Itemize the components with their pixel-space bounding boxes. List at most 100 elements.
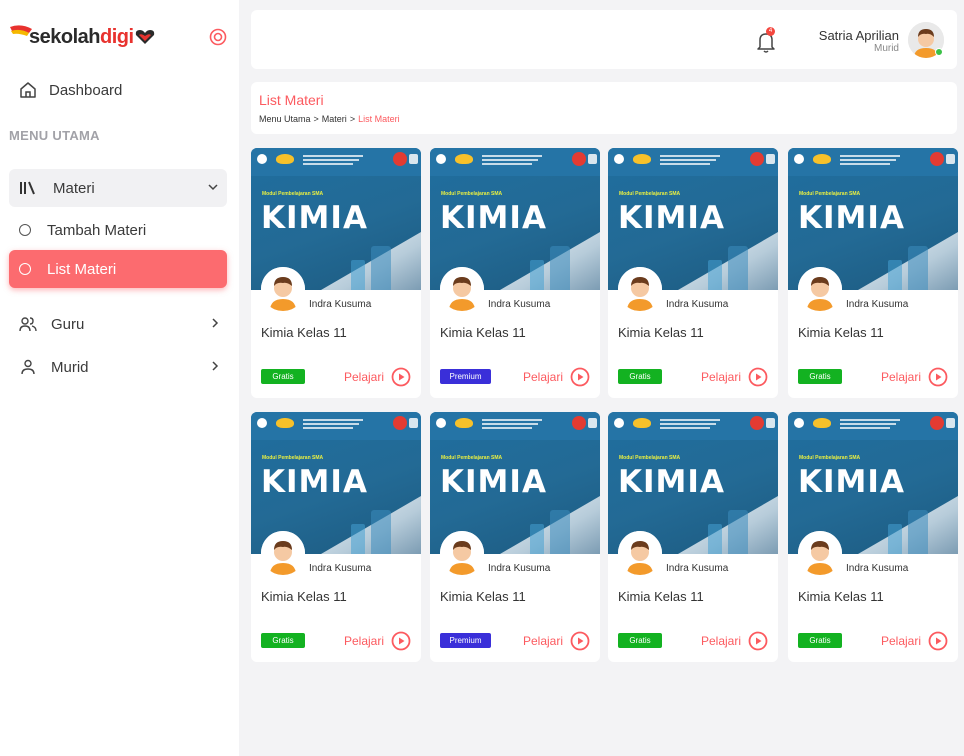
cover-badge-icon	[930, 416, 944, 430]
author-avatar	[798, 531, 842, 575]
pelajari-label: Pelajari	[523, 370, 564, 384]
play-icon	[928, 367, 948, 387]
cover-fineprint	[482, 163, 532, 165]
card-title[interactable]: Kimia Kelas 11	[261, 589, 347, 604]
play-icon	[570, 631, 590, 651]
materi-card[interactable]: Modul Pembelajaran SMA KIMIA Indra Kusum…	[430, 412, 600, 662]
merdeka-logo-icon	[813, 418, 831, 428]
sidebar-item-label: Tambah Materi	[47, 221, 147, 239]
merdeka-logo-icon	[276, 418, 294, 428]
cover-subject: KIMIA	[798, 200, 905, 236]
sidebar-item-label: Materi	[53, 179, 95, 197]
cover-badge-icon	[409, 154, 418, 164]
sidebar-item-materi[interactable]: Materi	[9, 169, 227, 207]
author-name: Indra Kusuma	[488, 563, 551, 574]
cover-fineprint	[660, 423, 716, 425]
flask-illustration	[550, 510, 570, 554]
cover-series: Modul Pembelajaran SMA	[619, 191, 681, 197]
price-badge: Premium	[440, 369, 491, 384]
cover-badge-icon	[766, 418, 775, 428]
cover-subject: KIMIA	[261, 464, 368, 500]
sidebar-item-tambah-materi[interactable]: Tambah Materi	[9, 211, 227, 249]
sidebar-item-list-materi[interactable]: List Materi	[9, 250, 227, 288]
card-title[interactable]: Kimia Kelas 11	[798, 589, 884, 604]
pelajari-label: Pelajari	[881, 634, 922, 648]
cover-fineprint	[660, 427, 710, 429]
play-icon	[928, 631, 948, 651]
materi-card[interactable]: Modul Pembelajaran SMA KIMIA Indra Kusum…	[608, 412, 778, 662]
pelajari-button[interactable]: Pelajari	[344, 367, 411, 387]
sidebar-item-dashboard[interactable]: Dashboard	[9, 73, 227, 107]
author-name: Indra Kusuma	[488, 299, 551, 310]
materi-card[interactable]: Modul Pembelajaran SMA KIMIA Indra Kusum…	[251, 412, 421, 662]
flask-illustration	[708, 260, 722, 290]
breadcrumb-materi[interactable]: Materi	[322, 114, 347, 124]
merdeka-logo-icon	[633, 154, 651, 164]
pelajari-button[interactable]: Pelajari	[881, 631, 948, 651]
brand-part2: digi	[99, 25, 134, 48]
pelajari-button[interactable]: Pelajari	[701, 367, 768, 387]
materi-card[interactable]: Modul Pembelajaran SMA KIMIA Indra Kusum…	[788, 412, 958, 662]
sidebar-item-label: Dashboard	[49, 81, 123, 99]
cover-series: Modul Pembelajaran SMA	[441, 455, 503, 461]
breadcrumb-menu-utama[interactable]: Menu Utama	[259, 114, 311, 124]
flask-illustration	[371, 510, 391, 554]
brand-logo[interactable]: sekolahdigi	[9, 22, 155, 52]
cover-subject: KIMIA	[261, 200, 368, 236]
card-title[interactable]: Kimia Kelas 11	[798, 325, 884, 340]
author-avatar	[618, 267, 662, 311]
cover-subject: KIMIA	[440, 200, 547, 236]
breadcrumb-separator: >	[349, 114, 356, 124]
circle-icon	[19, 224, 31, 236]
sidebar-item-murid[interactable]: Murid	[9, 350, 227, 384]
card-title[interactable]: Kimia Kelas 11	[440, 325, 526, 340]
merdeka-logo-icon	[633, 418, 651, 428]
price-badge: Gratis	[618, 369, 662, 384]
play-icon	[391, 367, 411, 387]
brand-part1: sekolah	[29, 25, 100, 48]
home-icon	[20, 82, 36, 98]
card-title[interactable]: Kimia Kelas 11	[440, 589, 526, 604]
user-icon	[21, 359, 35, 375]
materi-card[interactable]: Modul Pembelajaran SMA KIMIA Indra Kusum…	[430, 148, 600, 398]
cover-fineprint	[303, 163, 353, 165]
card-title[interactable]: Kimia Kelas 11	[618, 325, 704, 340]
pelajari-button[interactable]: Pelajari	[523, 631, 590, 651]
breadcrumb-separator: >	[313, 114, 319, 124]
materi-card[interactable]: Modul Pembelajaran SMA KIMIA Indra Kusum…	[788, 148, 958, 398]
users-icon	[19, 317, 37, 332]
cover-badge-icon	[409, 418, 418, 428]
card-title[interactable]: Kimia Kelas 11	[618, 589, 704, 604]
ministry-logo-icon	[794, 418, 804, 428]
sidebar-item-label: Murid	[51, 358, 89, 376]
pelajari-button[interactable]: Pelajari	[523, 367, 590, 387]
collapse-sidebar-icon[interactable]	[209, 28, 227, 46]
materi-card[interactable]: Modul Pembelajaran SMA KIMIA Indra Kusum…	[608, 148, 778, 398]
cover-fineprint	[660, 163, 710, 165]
notification-badge: 4	[766, 27, 775, 36]
pelajari-button[interactable]: Pelajari	[344, 631, 411, 651]
cover-subject: KIMIA	[618, 200, 725, 236]
cover-series: Modul Pembelajaran SMA	[262, 191, 324, 197]
pelajari-button[interactable]: Pelajari	[701, 631, 768, 651]
cover-badge-icon	[750, 416, 764, 430]
sidebar-item-guru[interactable]: Guru	[9, 307, 227, 341]
cover-fineprint	[840, 423, 896, 425]
cover-badge-icon	[930, 152, 944, 166]
price-badge: Gratis	[261, 633, 305, 648]
pelajari-label: Pelajari	[523, 634, 564, 648]
play-icon	[570, 367, 590, 387]
cover-badge-icon	[572, 416, 586, 430]
play-icon	[748, 367, 768, 387]
pelajari-button[interactable]: Pelajari	[881, 367, 948, 387]
cover-fineprint	[303, 427, 353, 429]
price-badge: Premium	[440, 633, 491, 648]
cover-fineprint	[840, 159, 896, 161]
card-title[interactable]: Kimia Kelas 11	[261, 325, 347, 340]
materi-card[interactable]: Modul Pembelajaran SMA KIMIA Indra Kusum…	[251, 148, 421, 398]
cover-fineprint	[303, 419, 363, 421]
ministry-logo-icon	[436, 154, 446, 164]
breadcrumb: Menu Utama > Materi > List Materi	[259, 114, 400, 124]
cover-fineprint	[660, 155, 720, 157]
pelajari-label: Pelajari	[344, 634, 385, 648]
